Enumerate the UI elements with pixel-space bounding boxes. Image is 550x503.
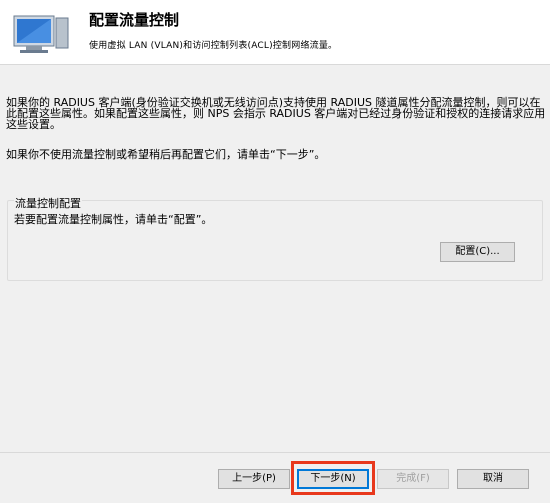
configure-button[interactable]: 配置(C)...: [440, 242, 515, 262]
group-title: 流量控制配置: [14, 195, 82, 211]
skip-hint: 如果你不使用流量控制或希望稍后再配置它们，请单击“下一步”。: [6, 148, 326, 161]
highlight-box: [291, 461, 375, 495]
cancel-button[interactable]: 取消: [457, 469, 529, 489]
intro-paragraph: 如果你的 RADIUS 客户端(身份验证交换机或无线访问点)支持使用 RADIU…: [6, 96, 546, 131]
back-button[interactable]: 上一步(P): [218, 469, 290, 489]
wizard-header: 配置流量控制 使用虚拟 LAN (VLAN)和访问控制列表(ACL)控制网络流量…: [0, 0, 550, 65]
computer-icon: [13, 15, 69, 53]
finish-button[interactable]: 完成(F): [377, 469, 449, 489]
group-description: 若要配置流量控制属性，请单击“配置”。: [14, 213, 213, 226]
page-subtitle: 使用虚拟 LAN (VLAN)和访问控制列表(ACL)控制网络流量。: [89, 41, 338, 51]
footer-divider: [0, 452, 550, 453]
page-title: 配置流量控制: [89, 11, 180, 29]
